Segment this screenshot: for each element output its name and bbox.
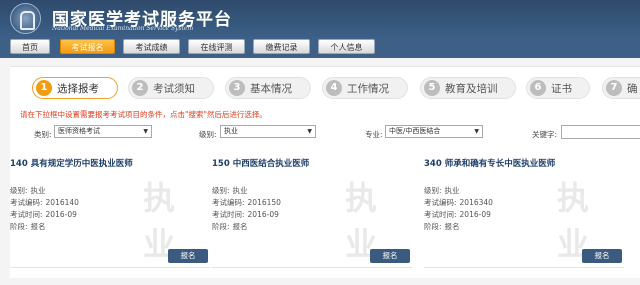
keyword-input[interactable] [561,125,640,139]
level-value: 执业 [224,127,238,135]
major-label: 专业: [365,130,383,139]
step-basic-info[interactable]: 3 基本情况 [225,77,311,99]
registration-panel: 1 选择报考 2 考试须知 3 基本情况 4 工作情况 5 教育及培训 6 证书… [10,66,640,278]
apply-button[interactable]: 报名 [370,249,410,263]
major-select[interactable]: 中医/中西医结合 ▼ [385,125,483,138]
field-value: 执业 [444,186,460,195]
exam-code-row: 考试编码: 2016340 [424,197,493,208]
exam-stage-row: 阶段: 报名 [424,221,460,232]
field-label: 阶段: [212,222,230,231]
instruction-text: 请在下拉框中设置需要报考考试项目的条件，点击"搜索"然后后进行选择。 [20,110,267,119]
exam-level-row: 级别: 执业 [424,185,460,196]
exam-card: 140 具有规定学历中医执业医师 执业 级别: 执业 考试编码: 2016140 考… [10,157,210,271]
field-value: 报名 [232,222,248,231]
category-value: 医师资格考试 [58,127,100,135]
site-header: 国家医学考试服务平台 National Medical Examination … [0,0,640,37]
nav-exam-registration[interactable]: 考试报名 [60,39,115,54]
step-number: 5 [424,80,440,96]
step-number: 4 [326,80,342,96]
step-label: 考试须知 [153,83,195,95]
field-value: 2016-09 [459,210,491,219]
step-number: 1 [36,80,52,96]
field-label: 级别: [10,186,28,195]
field-label: 阶段: [10,222,28,231]
field-value: 2016-09 [247,210,279,219]
exam-code-row: 考试编码: 2016140 [10,197,79,208]
field-value: 报名 [30,222,46,231]
step-number: 6 [530,80,546,96]
step-certificate[interactable]: 6 证书 [526,77,590,99]
major-value: 中医/中西医结合 [389,127,441,135]
field-value: 2016150 [247,198,281,207]
field-value: 报名 [444,222,460,231]
chevron-down-icon: ▼ [143,128,148,135]
level-select[interactable]: 执业 ▼ [220,125,316,138]
exam-time-row: 考试时间: 2016-09 [10,209,77,220]
step-confirm[interactable]: 7 确 [602,77,640,99]
exam-level-row: 级别: 执业 [10,185,46,196]
field-label: 考试编码: [10,198,43,207]
step-label: 基本情况 [250,83,292,95]
chevron-down-icon: ▼ [474,128,479,135]
field-label: 级别: [212,186,230,195]
divider [424,267,624,268]
field-value: 执业 [30,186,46,195]
field-label: 考试编码: [424,198,457,207]
logo-emblem-icon [10,3,41,34]
field-label: 考试时间: [212,210,245,219]
keyword-label: 关键字: [532,130,558,139]
step-label: 工作情况 [347,83,389,95]
nav-online-assessment[interactable]: 在线评测 [188,39,245,54]
category-select[interactable]: 医师资格考试 ▼ [54,125,152,138]
field-label: 阶段: [424,222,442,231]
step-exam-notice[interactable]: 2 考试须知 [128,77,214,99]
level-label: 级别: [199,130,217,139]
field-value: 2016340 [459,198,493,207]
chevron-down-icon: ▼ [307,128,312,135]
exam-time-row: 考试时间: 2016-09 [424,209,491,220]
field-value: 执业 [232,186,248,195]
step-number: 3 [229,80,245,96]
main-nav: 首页 考试报名 考试成绩 在线评测 缴费记录 个人信息 [0,37,640,58]
step-progress: 1 选择报考 2 考试须知 3 基本情况 4 工作情况 5 教育及培训 6 证书… [32,77,640,99]
exam-title: 140 具有规定学历中医执业医师 [10,159,133,169]
step-label: 教育及培训 [445,83,498,95]
field-label: 考试时间: [10,210,43,219]
step-work-info[interactable]: 4 工作情况 [322,77,408,99]
step-select-exam[interactable]: 1 选择报考 [32,77,118,99]
divider [10,267,210,268]
step-number: 7 [606,80,622,96]
nav-personal-info[interactable]: 个人信息 [318,39,375,54]
exam-stage-row: 阶段: 报名 [10,221,46,232]
exam-code-row: 考试编码: 2016150 [212,197,281,208]
apply-button[interactable]: 报名 [168,249,208,263]
nav-payment-records[interactable]: 缴费记录 [253,39,310,54]
exam-level-row: 级别: 执业 [212,185,248,196]
step-label: 选择报考 [57,83,99,95]
exam-title: 150 中西医结合执业医师 [212,159,310,169]
step-number: 2 [132,80,148,96]
exam-time-row: 考试时间: 2016-09 [212,209,279,220]
step-education-training[interactable]: 5 教育及培训 [420,77,516,99]
field-label: 考试时间: [424,210,457,219]
field-value: 2016-09 [45,210,77,219]
field-label: 级别: [424,186,442,195]
exam-title: 340 师承和确有专长中医执业医师 [424,159,556,169]
field-value: 2016140 [45,198,79,207]
field-label: 考试编码: [212,198,245,207]
category-label: 类别: [34,130,52,139]
exam-card: 340 师承和确有专长中医执业医师 执业 级别: 执业 考试编码: 2016340 … [424,157,624,271]
exam-stage-row: 阶段: 报名 [212,221,248,232]
apply-button[interactable]: 报名 [582,249,622,263]
nav-exam-scores[interactable]: 考试成绩 [123,39,180,54]
step-label: 证书 [551,83,572,95]
exam-card: 150 中西医结合执业医师 执业 级别: 执业 考试编码: 2016150 考试时间… [212,157,412,271]
site-subtitle: National Medical Examination Service Sys… [52,25,194,32]
step-label: 确 [627,83,638,95]
nav-home[interactable]: 首页 [10,39,50,54]
divider [212,267,412,268]
